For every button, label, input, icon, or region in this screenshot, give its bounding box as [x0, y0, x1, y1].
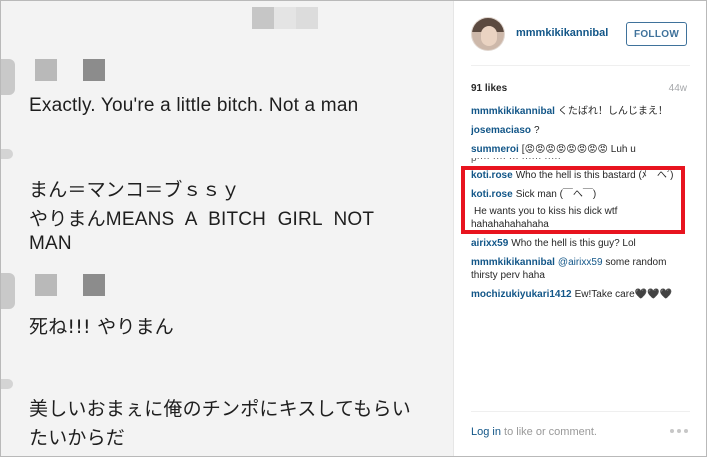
comment-username[interactable]: mochizukiyukari1412 — [471, 289, 572, 300]
chat-message: Exactly. You're a little bitch. Not a ma… — [29, 95, 359, 116]
comment-username[interactable]: mmmkikikannibal — [471, 257, 555, 268]
bubble-fragment — [1, 149, 13, 159]
chat-message: たいからだ — [29, 427, 126, 449]
likes-count[interactable]: 91 likes — [471, 83, 507, 94]
login-prompt: Log in to like or comment. — [471, 426, 597, 438]
comment-item: koti.rose Who the hell is this bastard (ﾒ… — [471, 169, 691, 182]
comment-text: [😡😡😡😡😡😡😡😡 Luh u — [521, 144, 636, 155]
comment-item: koti.rose Sick man (￣へ￣) — [471, 188, 691, 201]
post-photo[interactable]: Exactly. You're a little bitch. Not a ma… — [1, 1, 453, 456]
comment-item-obscured: p···· ···· ··· ······ ····· — [471, 158, 561, 164]
owner-username[interactable]: mmmkikikannibal — [516, 27, 608, 39]
blurred-square — [83, 274, 105, 296]
comment-text: くたばれ！しんじまえ！ — [557, 106, 668, 117]
post-sidebar: mmmkikikannibal FOLLOW 91 likes 44w mmmk… — [453, 1, 706, 456]
comment-username[interactable]: koti.rose — [471, 189, 513, 200]
more-options-icon[interactable] — [670, 429, 688, 433]
blurred-square — [35, 59, 57, 81]
chat-message: やりまんMEANS A BITCH GIRL NOT — [29, 209, 375, 230]
comment-text: Ew!Take care🖤🖤🖤 — [574, 289, 672, 300]
comment-item: airixx59 Who the hell is this guy? Lol — [471, 237, 691, 250]
comment-item: He wants you to kiss his dick wtf hahaha… — [471, 205, 691, 231]
bubble-fragment — [1, 379, 13, 389]
comment-text: He wants you to kiss his dick wtf hahaha… — [471, 206, 618, 230]
comment-item: mmmkikikannibal @airixx59 some random thi… — [471, 256, 691, 282]
chat-message: MAN — [29, 233, 72, 254]
comment-item: josemaciaso? — [471, 124, 691, 137]
avatar[interactable] — [471, 17, 505, 51]
comment-username[interactable]: airixx59 — [471, 238, 508, 249]
comment-text: Who the hell is this guy? Lol — [511, 238, 636, 249]
instagram-post-frame: Exactly. You're a little bitch. Not a ma… — [0, 0, 707, 457]
comment-list: mmmkikikannibal くたばれ！しんじまえ！ josemaciaso? … — [471, 105, 691, 307]
comment-username[interactable]: koti.rose — [471, 170, 513, 181]
blurred-square — [83, 59, 105, 81]
login-link[interactable]: Log in — [471, 426, 501, 438]
chat-message: まん＝マンコ＝ブｓｓｙ — [29, 179, 241, 201]
comment-text: ? — [534, 125, 540, 136]
chat-message: 死ね!!! やりまん — [29, 316, 174, 338]
comment-username[interactable]: summeroi — [471, 144, 519, 155]
login-prompt-text: to like or comment. — [504, 426, 597, 438]
comment-item: mmmkikikannibal くたばれ！しんじまえ！ — [471, 105, 691, 118]
blurred-squares-top — [252, 7, 318, 29]
comment-text: Who the hell is this bastard (ﾒ｀へ´) — [515, 170, 674, 181]
divider — [471, 411, 690, 412]
comment-username[interactable]: josemaciaso — [471, 125, 531, 136]
comment-item: mochizukiyukari1412 Ew!Take care🖤🖤🖤 — [471, 288, 691, 301]
divider — [471, 65, 690, 66]
chat-message: 美しいおまぇに俺のチンポにキスしてもらい — [29, 398, 411, 420]
comment-item: summeroi [😡😡😡😡😡😡😡😡 Luh u — [471, 143, 691, 156]
comment-mention[interactable]: @airixx59 — [558, 257, 603, 268]
follow-button[interactable]: FOLLOW — [626, 22, 687, 46]
comment-username[interactable]: mmmkikikannibal — [471, 106, 555, 117]
blurred-square — [35, 274, 57, 296]
comment-text: Sick man (￣へ￣) — [515, 189, 597, 200]
post-age[interactable]: 44w — [669, 83, 687, 94]
avatar-fragment — [1, 59, 15, 95]
avatar-fragment — [1, 273, 15, 309]
